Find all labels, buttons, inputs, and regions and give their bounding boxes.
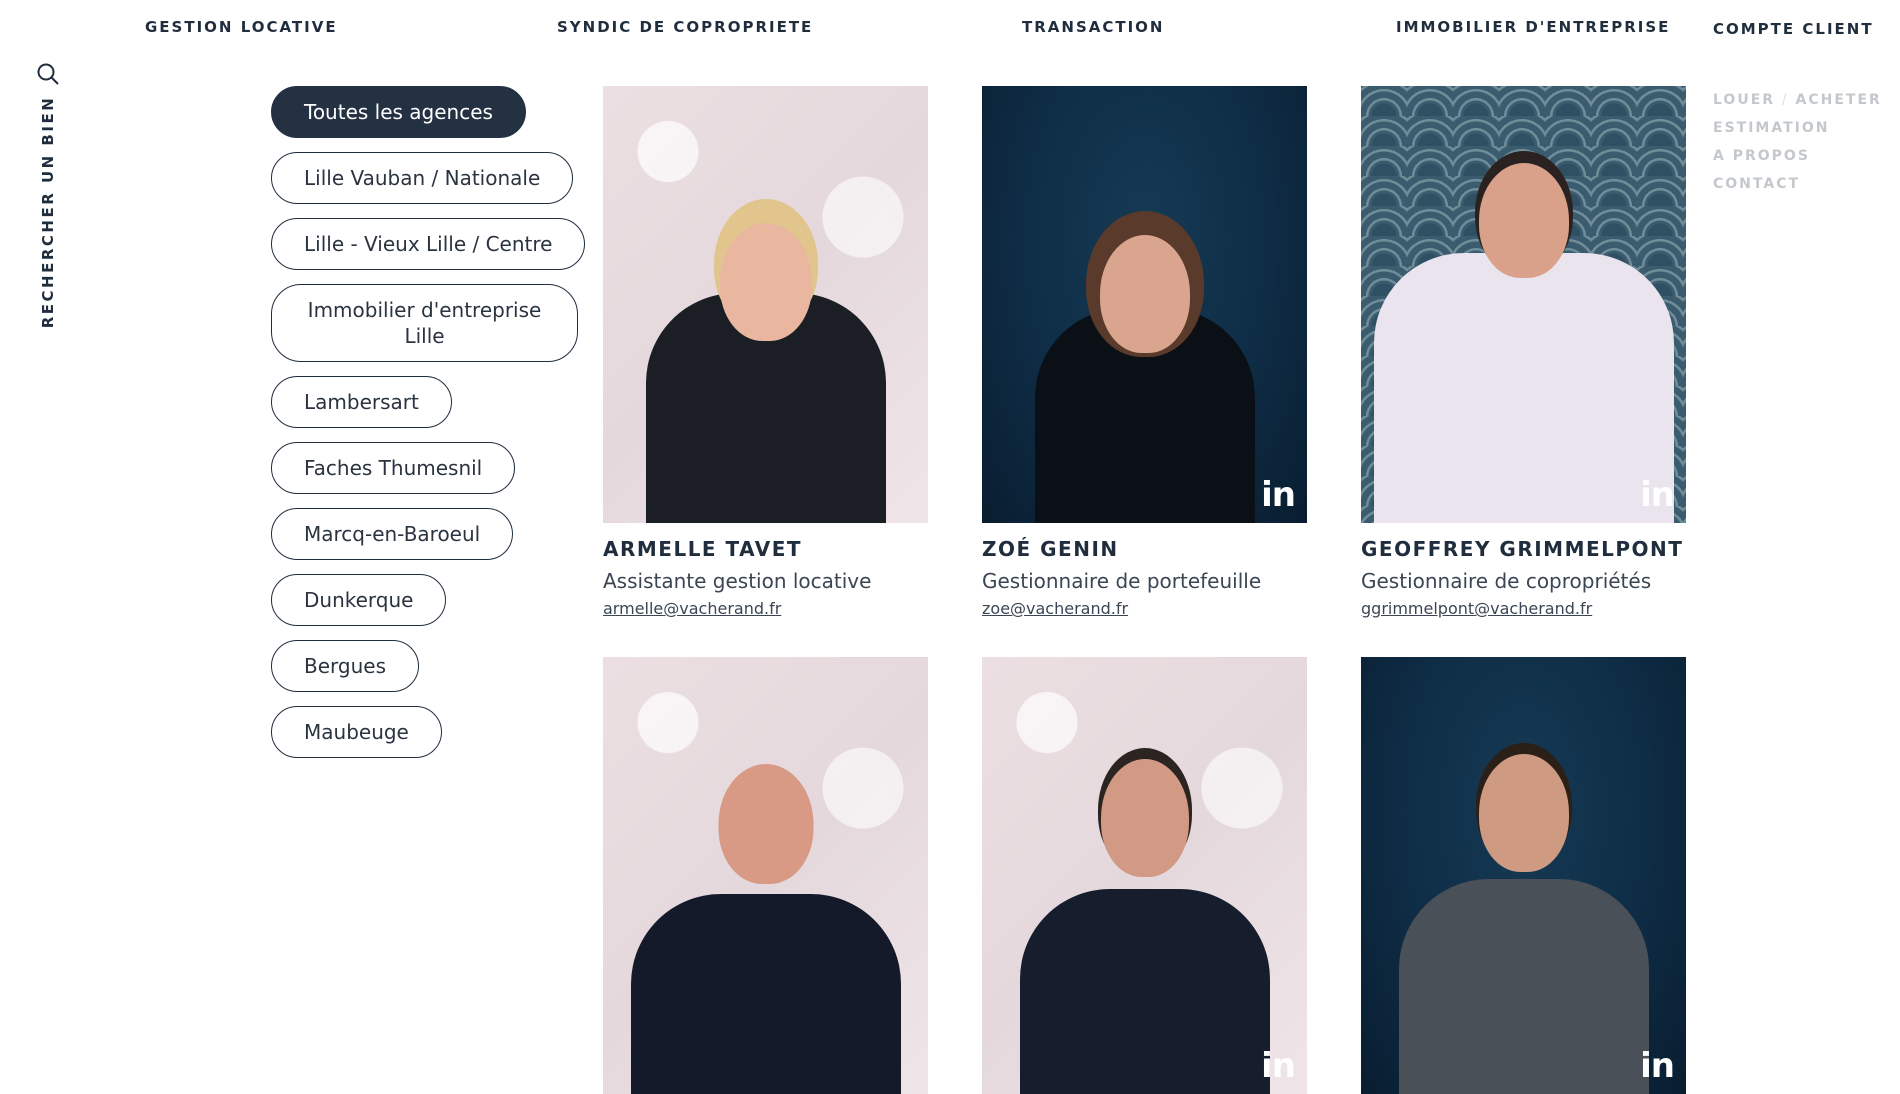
team-card bbox=[603, 657, 928, 1094]
person-silhouette bbox=[1394, 704, 1654, 1094]
team-member-role: Gestionnaire de copropriétés bbox=[1361, 569, 1652, 593]
team-member-email[interactable]: zoe@vacherand.fr bbox=[982, 599, 1128, 618]
team-member-role: Assistante gestion locative bbox=[603, 569, 872, 593]
team-photo: in bbox=[1361, 657, 1686, 1094]
agency-filter-immobilier-entreprise[interactable]: Immobilier d'entreprise Lille bbox=[271, 284, 578, 362]
team-member-role: Gestionnaire de portefeuille bbox=[982, 569, 1262, 593]
team-card: in ZOÉ GENIN Gestionnaire de portefeuill… bbox=[982, 86, 1307, 618]
nav-acheter[interactable]: ACHETER bbox=[1796, 92, 1882, 108]
team-photo bbox=[603, 86, 928, 523]
agency-filter-vieux-lille[interactable]: Lille - Vieux Lille / Centre bbox=[271, 218, 586, 270]
nav-syndic-copropriete[interactable]: SYNDIC DE COPROPRIETE bbox=[557, 18, 813, 36]
agency-filter-faches-thumesnil[interactable]: Faches Thumesnil bbox=[271, 442, 516, 494]
team-photo: in bbox=[1361, 86, 1686, 523]
linkedin-icon[interactable]: in bbox=[1261, 1046, 1296, 1086]
linkedin-icon[interactable]: in bbox=[1640, 1046, 1675, 1086]
team-card: in bbox=[1361, 657, 1686, 1094]
top-navigation: GESTION LOCATIVE SYNDIC DE COPROPRIETE T… bbox=[0, 18, 1900, 42]
agency-filter-all[interactable]: Toutes les agences bbox=[271, 86, 526, 138]
linkedin-icon[interactable]: in bbox=[1640, 475, 1675, 515]
team-member-name: GEOFFREY GRIMMELPONT bbox=[1361, 537, 1684, 561]
search-property-label[interactable]: RECHERCHER UN BIEN bbox=[39, 96, 57, 329]
side-search[interactable]: RECHERCHER UN BIEN bbox=[28, 62, 68, 342]
nav-compte-client[interactable]: COMPTE CLIENT bbox=[1713, 20, 1874, 38]
agency-filter-dunkerque[interactable]: Dunkerque bbox=[271, 574, 447, 626]
linkedin-icon[interactable]: in bbox=[1261, 475, 1296, 515]
team-card: in GEOFFREY GRIMMELPONT Gestionnaire de … bbox=[1361, 86, 1686, 618]
nav-gestion-locative[interactable]: GESTION LOCATIVE bbox=[145, 18, 338, 36]
agency-filter-maubeuge[interactable]: Maubeuge bbox=[271, 706, 442, 758]
agency-filter-lambersart[interactable]: Lambersart bbox=[271, 376, 452, 428]
person-silhouette bbox=[1015, 704, 1275, 1094]
nav-a-propos[interactable]: A PROPOS bbox=[1713, 142, 1893, 170]
team-member-name: ZOÉ GENIN bbox=[982, 537, 1119, 561]
team-card: in bbox=[982, 657, 1307, 1094]
agency-filter-bergues[interactable]: Bergues bbox=[271, 640, 419, 692]
team-photo: in bbox=[982, 86, 1307, 523]
person-silhouette bbox=[645, 133, 886, 523]
team-member-name: ARMELLE TAVET bbox=[603, 537, 803, 561]
search-icon[interactable] bbox=[36, 62, 60, 86]
team-member-email[interactable]: ggrimmelpont@vacherand.fr bbox=[1361, 599, 1592, 618]
agency-filter-list: Toutes les agences Lille Vauban / Nation… bbox=[271, 86, 591, 772]
secondary-navigation: LOUER / ACHETER ESTIMATION A PROPOS CONT… bbox=[1713, 86, 1893, 198]
nav-louer[interactable]: LOUER bbox=[1713, 92, 1775, 108]
team-member-email[interactable]: armelle@vacherand.fr bbox=[603, 599, 781, 618]
agency-filter-lille-vauban[interactable]: Lille Vauban / Nationale bbox=[271, 152, 574, 204]
person-silhouette bbox=[630, 704, 901, 1094]
nav-transaction[interactable]: TRANSACTION bbox=[1022, 18, 1164, 36]
nav-louer-acheter[interactable]: LOUER / ACHETER bbox=[1713, 86, 1893, 114]
nav-estimation[interactable]: ESTIMATION bbox=[1713, 114, 1893, 142]
nav-contact[interactable]: CONTACT bbox=[1713, 170, 1893, 198]
person-silhouette bbox=[1373, 123, 1674, 523]
team-card: ARMELLE TAVET Assistante gestion locativ… bbox=[603, 86, 928, 618]
team-photo bbox=[603, 657, 928, 1094]
nav-separator: / bbox=[1781, 92, 1789, 108]
agency-filter-marcq-en-baroeul[interactable]: Marcq-en-Baroeul bbox=[271, 508, 514, 560]
nav-immobilier-entreprise[interactable]: IMMOBILIER D'ENTREPRISE bbox=[1396, 18, 1670, 36]
team-photo: in bbox=[982, 657, 1307, 1094]
person-silhouette bbox=[1030, 143, 1260, 523]
